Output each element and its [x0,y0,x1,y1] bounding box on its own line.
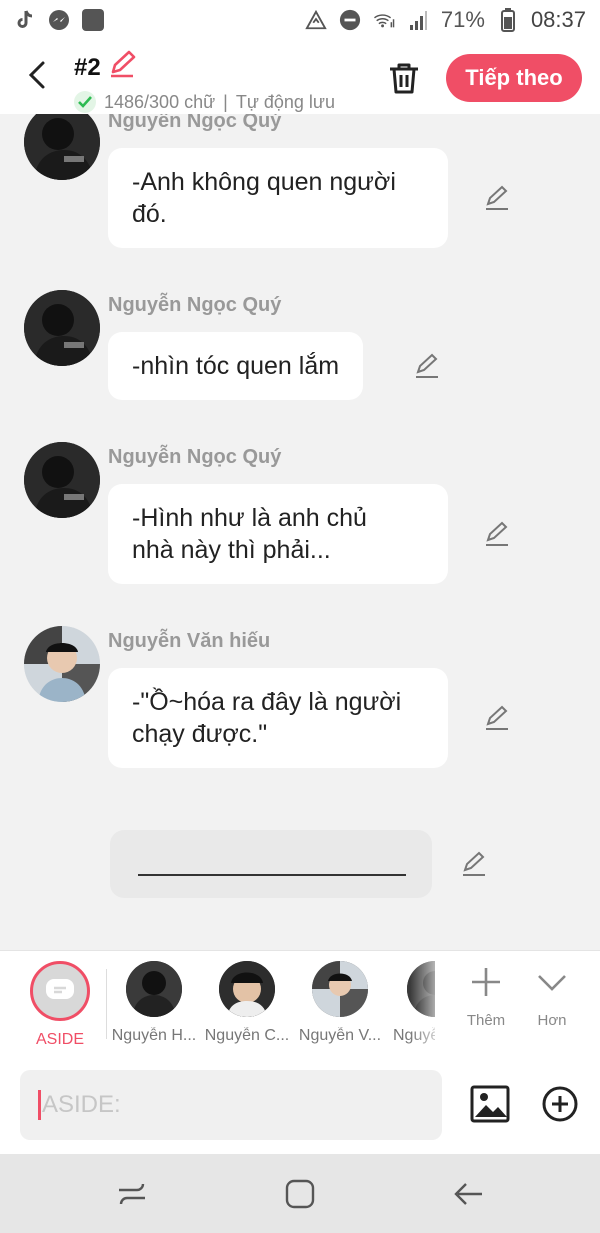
chevron-down-icon [538,975,566,991]
avatar[interactable] [24,626,100,702]
home-button[interactable] [282,1176,318,1212]
recents-icon [119,1183,145,1205]
word-count: 1486/300 chữ [104,91,216,112]
character-name: Nguyễn V... [298,1027,382,1044]
more-button[interactable]: Hơn [522,965,582,1029]
edit-icon[interactable] [483,520,511,548]
plus-icon [472,968,500,996]
clock: 08:37 [530,7,586,32]
next-button[interactable]: Tiếp theo [446,54,582,102]
character-name: Nguyễn H... [111,1027,197,1044]
separator: | [223,91,228,112]
image-icon [470,1085,510,1123]
back-arrow-icon [28,61,45,89]
home-icon [285,1179,315,1209]
add-label: Thêm [466,1012,506,1029]
recents-button[interactable] [114,1176,150,1212]
editor-header: #2 1486/300 chữ | Tự động lưu Tiếp theo [0,40,600,114]
character-item[interactable]: Nguyễn C... [201,961,293,1045]
blank-line [138,874,406,876]
app-icon [82,9,104,31]
back-icon [454,1183,482,1205]
edit-icon[interactable] [483,184,511,212]
avatar [312,961,368,1017]
avatar[interactable] [24,114,100,180]
signal-icon [407,9,429,31]
plus-circle-icon [542,1086,578,1122]
avatar[interactable] [24,442,100,518]
input-placeholder: ASIDE: [42,1091,121,1118]
sender-name: Nguyễn Ngọc Quý [108,114,282,132]
scroll-fade [410,951,450,1055]
wifi-icon [373,9,395,31]
dialogue-bubble[interactable]: -Anh không quen người đó. [108,148,448,248]
edit-title-icon[interactable] [107,50,137,85]
character-name: ASIDE [35,1031,84,1048]
aside-avatar [30,961,90,1021]
edit-icon[interactable] [460,850,488,878]
battery-icon [497,8,519,32]
insert-image-button[interactable] [470,1084,510,1124]
add-character-button[interactable]: Thêm [456,965,516,1029]
back-nav-button[interactable] [452,1176,488,1212]
trash-icon [390,63,418,94]
new-aside-bubble[interactable] [110,830,432,898]
dialogue-list: Nguyễn Ngọc Quý -Anh không quen người đó… [0,114,600,950]
battery-percent: 71% [440,7,485,32]
character-aside[interactable]: ASIDE [14,961,106,1049]
character-item[interactable]: Nguyễn H... [108,961,200,1045]
status-bar: 71% 08:37 [0,0,600,40]
system-nav-bar [0,1154,600,1233]
sender-name: Nguyễn Ngọc Quý [108,294,282,316]
sender-name: Nguyễn Văn hiếu [108,630,271,652]
character-bar: ASIDE Nguyễn H... Nguyễn C... Nguyễn V..… [0,950,600,1056]
add-button[interactable] [540,1084,580,1124]
avatar[interactable] [24,290,100,366]
edit-icon[interactable] [483,704,511,732]
more-label: Hơn [537,1012,567,1029]
check-icon [74,91,96,113]
autosave-status: Tự động lưu [235,91,335,112]
messenger-icon [48,9,70,31]
aside-input[interactable]: ASIDE: [20,1070,442,1140]
back-button[interactable] [20,58,54,92]
tiktok-icon [14,9,36,31]
dialogue-bubble[interactable]: -nhìn tóc quen lắm [108,332,364,400]
sender-name: Nguyễn Ngọc Quý [108,446,282,468]
compose-bar: ASIDE: [0,1056,600,1154]
comment-icon [46,979,74,999]
chapter-title: #2 [74,53,101,81]
text-caret [38,1090,41,1120]
data-saver-icon [305,9,327,31]
chapter-info: #2 1486/300 chữ | Tự động lưu [74,50,335,113]
delete-button[interactable] [386,60,422,96]
avatar [219,961,275,1017]
dialogue-bubble[interactable]: -"Ồ~hóa ra đây là người chạy được." [108,668,448,768]
character-name: Nguyễn C... [204,1027,290,1044]
divider [106,969,107,1039]
avatar [126,961,182,1017]
character-item[interactable]: Nguyễn V... [294,961,386,1045]
dialogue-bubble[interactable]: -Hình như là anh chủ nhà này thì phải... [108,484,448,584]
edit-icon[interactable] [413,352,441,380]
do-not-disturb-icon [339,9,361,31]
